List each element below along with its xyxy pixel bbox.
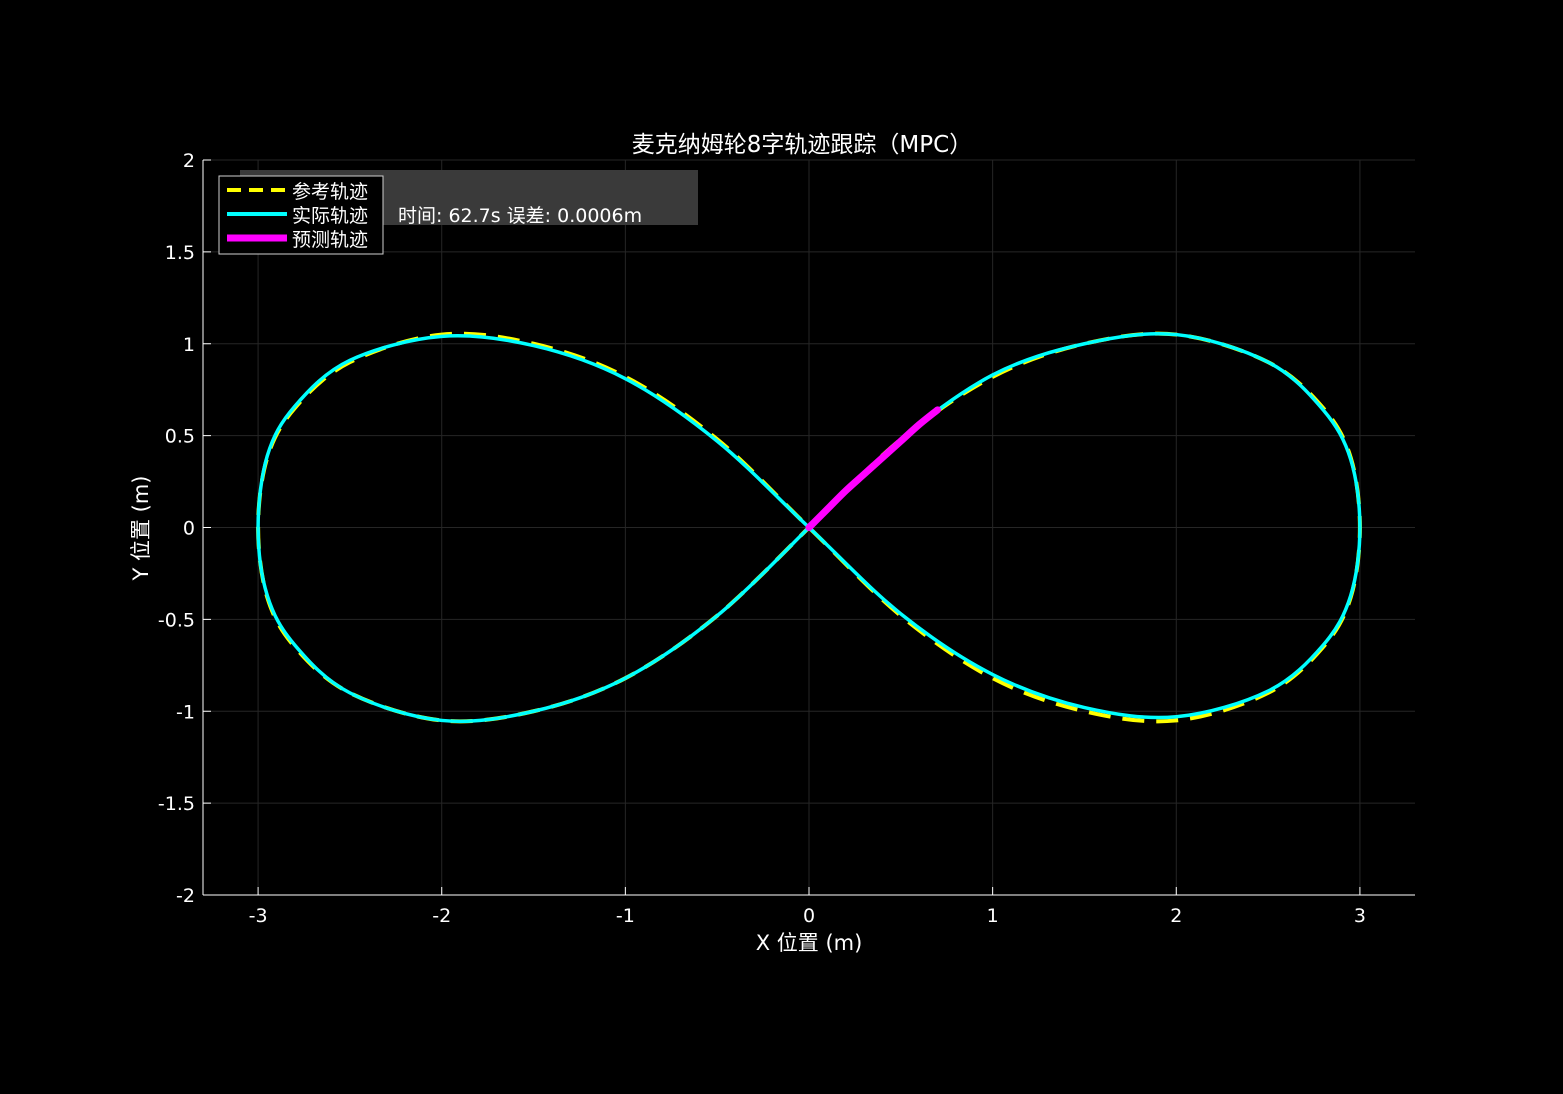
y-tick-label: -0.5 [158,609,195,631]
annotation-text: 时间: 62.7s 误差: 0.0006m [398,205,642,227]
x-axis-label: X 位置 (m) [756,931,863,955]
y-axis-label: Y 位置 (m) [129,475,153,581]
tick-labels: -3 -2 -1 0 1 2 3 -2 -1.5 -1 -0.5 0 0.5 1 1.5 2 [158,150,1366,927]
y-tick-label: 2 [183,150,195,172]
y-tick-label: 0 [183,518,195,540]
x-tick-label: 3 [1354,905,1366,927]
y-tick-label: -1 [176,701,195,723]
chart-title: 麦克纳姆轮8字轨迹跟踪（MPC） [632,132,972,158]
y-tick-label: 1.5 [165,242,195,264]
x-tick-label: -2 [432,905,451,927]
y-tick-label: -1.5 [158,793,195,815]
y-tick-label: -2 [176,885,195,907]
trajectory-chart: -3 -2 -1 0 1 2 3 -2 -1.5 -1 -0.5 0 0.5 1 1.5 2 时间: 62.7… [129,132,1415,955]
x-tick-label: -3 [249,905,268,927]
legend-label-predicted: 预测轨迹 [292,229,368,251]
x-tick-label: 2 [1170,905,1182,927]
legend-label-reference: 参考轨迹 [292,181,368,203]
series-line-predicted [805,406,942,531]
x-tick-label: -1 [616,905,635,927]
legend-label-actual: 实际轨迹 [292,205,368,227]
y-tick-label: 0.5 [165,426,195,448]
x-tick-label: 1 [987,905,999,927]
legend: 参考轨迹 实际轨迹 预测轨迹 [218,175,384,255]
x-tick-label: 0 [803,905,815,927]
y-tick-label: 1 [183,334,195,356]
